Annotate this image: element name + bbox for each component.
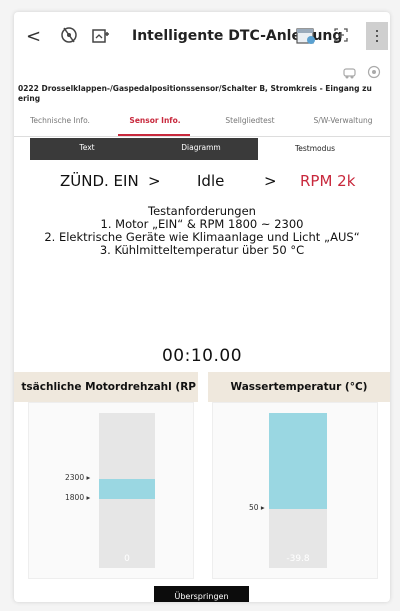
mode-diagram[interactable]: Diagramm [144, 143, 258, 152]
rpm-value: 0 [124, 554, 130, 564]
coolant-tick-50: 50 ▸ [249, 503, 265, 512]
skip-button[interactable]: Überspringen [154, 586, 249, 602]
engine-check-icon[interactable] [58, 24, 80, 46]
requirement-item: 3. Kühlmitteltemperatur über 50 °C [99, 243, 305, 257]
secondary-toolbar [343, 65, 381, 79]
more-menu-button[interactable] [366, 22, 388, 50]
coolant-value: -39.8 [286, 554, 310, 564]
rpm-tick-1800: 1800 ▸ [65, 493, 91, 502]
back-button[interactable]: < [26, 26, 41, 47]
tab-technical-info[interactable]: Technische Info. [20, 116, 100, 125]
test-steps: ZÜND. EIN > Idle > RPM 2k [14, 172, 390, 196]
vehicle-scan-icon[interactable] [90, 24, 112, 46]
step-arrow: > [148, 172, 161, 190]
coolant-gauge-panel: -39.8 50 ▸ [212, 402, 378, 579]
rpm-gauge-header: tsächliche Motordrehzahl (RP [14, 372, 198, 402]
mode-switcher: Text Diagramm Testmodus [30, 138, 372, 160]
rpm-tick-2300: 2300 ▸ [65, 473, 91, 482]
test-requirements: Testanforderungen 1. Motor „EIN“ & RPM 1… [14, 205, 390, 257]
mode-text[interactable]: Text [30, 143, 144, 152]
rpm-gauge-bar: 0 [99, 413, 155, 568]
dtc-description: 0222 Drosselklappen-/Gaspedalpositionsse… [18, 84, 372, 103]
info-tabs: Technische Info. Sensor Info. Stellglied… [14, 112, 390, 137]
test-timer: 00:10.00 [161, 346, 243, 366]
step-ignition-on: ZÜND. EIN [60, 172, 139, 190]
calendar-icon[interactable] [294, 24, 318, 46]
tab-sensor-info[interactable]: Sensor Info. [110, 116, 200, 125]
rpm-target-range [99, 479, 155, 499]
car-icon[interactable] [343, 68, 356, 79]
active-tab-indicator [118, 134, 190, 136]
header-bar: < Intelligente DTC-Anleitung [14, 16, 390, 56]
rpm-gauge-panel: 0 2300 ▸ 1800 ▸ [28, 402, 194, 579]
step-arrow: > [264, 172, 277, 190]
coolant-gauge-header: Wassertemperatur (°C) [208, 372, 390, 402]
mode-test[interactable]: Testmodus [258, 138, 372, 160]
tab-actuator-test[interactable]: Stellgliedtest [210, 116, 290, 125]
capture-icon[interactable] [330, 24, 352, 46]
settings-icon[interactable] [367, 65, 381, 79]
coolant-gauge-bar: -39.8 [269, 413, 327, 568]
tab-sw-management[interactable]: S/W-Verwaltung [300, 116, 386, 125]
step-idle: Idle [197, 172, 225, 190]
coolant-threshold-range [269, 413, 327, 509]
step-rpm-2k: RPM 2k [300, 172, 356, 190]
dtc-guide-card: < Intelligente DTC-Anleitung 0222 Drosse… [14, 12, 390, 602]
